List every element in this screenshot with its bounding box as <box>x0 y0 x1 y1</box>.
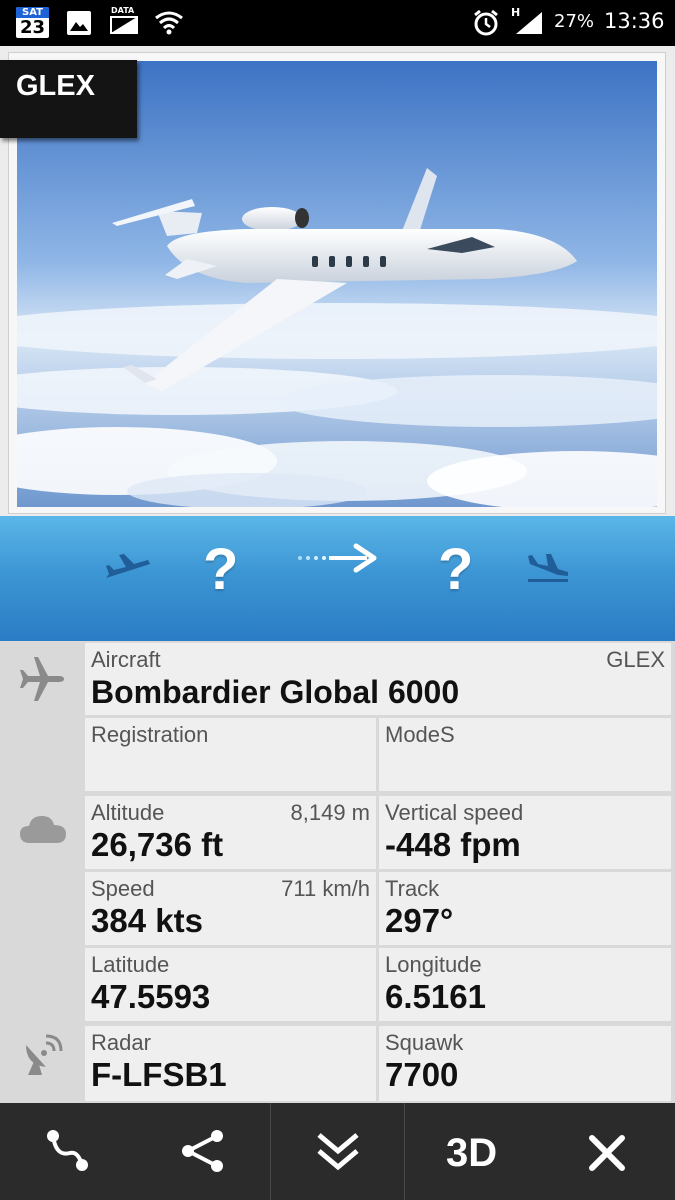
gallery-icon <box>67 11 91 35</box>
aircraft-type-code: GLEX <box>606 647 665 672</box>
route-button[interactable] <box>0 1103 135 1200</box>
origin-airport[interactable]: ? <box>203 536 238 603</box>
squawk-cell: Squawk 7700 <box>379 1026 671 1101</box>
route-arrow-icon <box>298 543 377 573</box>
airplane-icon <box>20 657 64 701</box>
altitude-metric: 8,149 m <box>290 800 371 825</box>
latitude-label: Latitude <box>91 952 170 977</box>
clock: 13:36 <box>604 9 665 33</box>
alarm-icon <box>474 9 498 36</box>
longitude-cell: Longitude 6.5161 <box>379 948 671 1021</box>
vertical-speed-label: Vertical speed <box>385 800 524 825</box>
vertical-speed-value: -448 fpm <box>385 826 521 863</box>
signal-icon <box>516 12 542 34</box>
collapse-button[interactable] <box>271 1103 404 1200</box>
aircraft-cell: Aircraft GLEX Bombardier Global 6000 <box>85 643 671 715</box>
altitude-value: 26,736 ft <box>91 826 224 863</box>
route-icon <box>47 1130 88 1171</box>
data-label: DATA <box>111 6 135 15</box>
wifi-icon <box>155 11 183 35</box>
radar-cell: Radar F-LFSB1 <box>85 1026 376 1101</box>
calendar-icon: SAT 23 <box>16 7 49 38</box>
three-d-label: 3D <box>446 1131 498 1175</box>
track-cell: Track 297° <box>379 872 671 945</box>
status-bar: SAT 23 DATA H 27% 13:36 <box>0 0 675 46</box>
landing-icon <box>528 554 568 582</box>
chevron-double-down-icon <box>317 1133 359 1171</box>
vertical-speed-cell: Vertical speed -448 fpm <box>379 796 671 869</box>
registration-label: Registration <box>91 722 209 747</box>
track-label: Track <box>385 876 440 901</box>
takeoff-icon <box>106 554 150 578</box>
destination-airport[interactable]: ? <box>438 536 473 603</box>
latitude-cell: Latitude 47.5593 <box>85 948 376 1021</box>
registration-cell: Registration <box>85 718 376 791</box>
speed-value: 384 kts <box>91 902 203 939</box>
share-button[interactable] <box>135 1103 270 1200</box>
altitude-cell: Altitude 8,149 m 26,736 ft <box>85 796 376 869</box>
longitude-value: 6.5161 <box>385 978 486 1015</box>
share-icon <box>182 1130 223 1172</box>
route-bar: ? ? <box>0 516 675 641</box>
speed-cell: Speed 711 km/h 384 kts <box>85 872 376 945</box>
aircraft-label: Aircraft <box>91 647 161 672</box>
aircraft-type-badge: GLEX <box>0 60 137 138</box>
battery-percent: 27% <box>554 11 595 32</box>
weather-cloud-icon <box>20 816 66 843</box>
aircraft-model: Bombardier Global 6000 <box>91 674 460 710</box>
close-button[interactable] <box>540 1103 675 1200</box>
calendar-day-number: 23 <box>19 17 46 38</box>
radar-label: Radar <box>91 1030 151 1055</box>
modes-label: ModeS <box>385 722 455 747</box>
radar-antenna-icon <box>26 1034 63 1075</box>
modes-cell: ModeS <box>379 718 671 791</box>
radar-value: F-LFSB1 <box>91 1056 227 1093</box>
longitude-label: Longitude <box>385 952 482 977</box>
squawk-label: Squawk <box>385 1030 464 1055</box>
speed-metric: 711 km/h <box>281 876 370 901</box>
close-icon <box>589 1135 625 1171</box>
latitude-value: 47.5593 <box>91 978 211 1015</box>
three-d-button[interactable]: 3D <box>405 1103 540 1200</box>
flight-info-panel: Aircraft GLEX Bombardier Global 6000 Reg… <box>0 641 675 1103</box>
bottom-toolbar: 3D <box>0 1103 675 1200</box>
track-value: 297° <box>385 902 454 939</box>
squawk-value: 7700 <box>385 1056 459 1093</box>
data-saver-icon <box>110 16 138 34</box>
